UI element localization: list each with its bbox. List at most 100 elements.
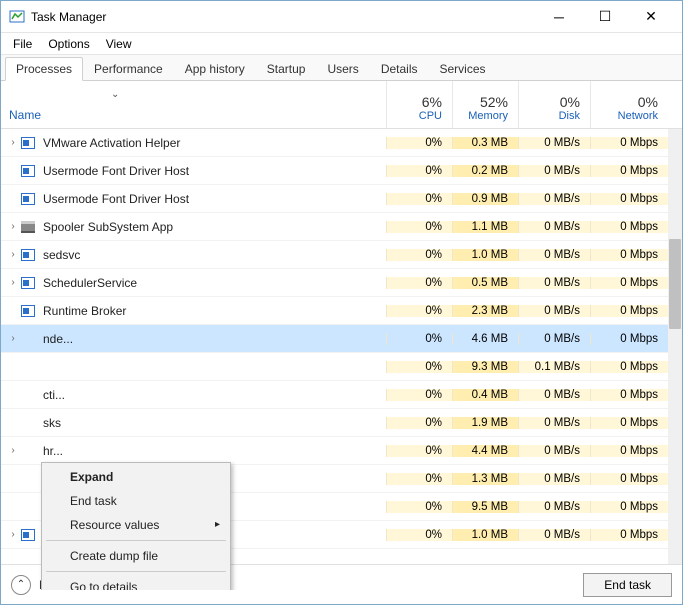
process-row[interactable]: Usermode Font Driver Host0%0.9 MB0 MB/s0… [1, 185, 668, 213]
cell-disk: 0.1 MB/s [518, 361, 590, 373]
process-row[interactable]: ›nde...0%4.6 MB0 MB/s0 Mbps [1, 325, 668, 353]
expand-icon[interactable]: › [1, 277, 19, 288]
expand-icon[interactable]: › [1, 529, 19, 540]
process-name: Usermode Font Driver Host [41, 164, 386, 178]
maximize-button[interactable]: ☐ [582, 1, 628, 32]
process-icon [19, 331, 37, 347]
header-network[interactable]: 0% Network [590, 81, 668, 128]
expand-icon[interactable]: › [1, 249, 19, 260]
header-cpu-pct: 6% [391, 94, 442, 110]
header-cpu-label: CPU [391, 110, 442, 122]
cell-network: 0 Mbps [590, 361, 668, 373]
cm-resource-label: Resource values [70, 518, 159, 532]
tab-app-history[interactable]: App history [174, 57, 256, 80]
cell-network: 0 Mbps [590, 193, 668, 205]
cm-end-task[interactable]: End task [44, 489, 228, 513]
cm-separator [46, 571, 226, 572]
menu-file[interactable]: File [7, 35, 38, 53]
process-row[interactable]: ›Spooler SubSystem App0%1.1 MB0 MB/s0 Mb… [1, 213, 668, 241]
titlebar: Task Manager ─ ☐ ✕ [1, 1, 682, 33]
process-row[interactable]: ›SchedulerService0%0.5 MB0 MB/s0 Mbps [1, 269, 668, 297]
chevron-up-icon: ⌃ [11, 575, 31, 595]
cell-memory: 0.9 MB [452, 193, 518, 205]
cell-disk: 0 MB/s [518, 193, 590, 205]
menu-options[interactable]: Options [42, 35, 95, 53]
header-disk-label: Disk [523, 110, 580, 122]
process-icon [19, 415, 37, 431]
cell-memory: 0.3 MB [452, 137, 518, 149]
process-icon [19, 443, 37, 459]
tab-details[interactable]: Details [370, 57, 429, 80]
cell-network: 0 Mbps [590, 529, 668, 541]
scrollbar[interactable] [668, 129, 682, 590]
minimize-button[interactable]: ─ [536, 1, 582, 32]
process-row[interactable]: cti...0%0.4 MB0 MB/s0 Mbps [1, 381, 668, 409]
cm-resource-values[interactable]: Resource values ▸ [44, 513, 228, 537]
cell-cpu: 0% [386, 445, 452, 457]
menu-view[interactable]: View [100, 35, 138, 53]
process-row[interactable]: ›sedsvc0%1.0 MB0 MB/s0 Mbps [1, 241, 668, 269]
tab-processes[interactable]: Processes [5, 57, 83, 81]
cell-cpu: 0% [386, 165, 452, 177]
header-net-label: Network [595, 110, 658, 122]
process-row[interactable]: ›VMware Activation Helper0%0.3 MB0 MB/s0… [1, 129, 668, 157]
window-controls: ─ ☐ ✕ [536, 1, 674, 32]
cell-network: 0 Mbps [590, 221, 668, 233]
tab-services[interactable]: Services [429, 57, 497, 80]
process-row[interactable]: 0%9.3 MB0.1 MB/s0 Mbps [1, 353, 668, 381]
cell-disk: 0 MB/s [518, 389, 590, 401]
cell-network: 0 Mbps [590, 501, 668, 513]
process-name: cti... [41, 388, 386, 402]
cell-cpu: 0% [386, 221, 452, 233]
cell-disk: 0 MB/s [518, 333, 590, 345]
tab-performance[interactable]: Performance [83, 57, 174, 80]
process-row[interactable]: Runtime Broker0%2.3 MB0 MB/s0 Mbps [1, 297, 668, 325]
cell-cpu: 0% [386, 417, 452, 429]
window-title: Task Manager [31, 10, 536, 24]
cell-memory: 2.3 MB [452, 305, 518, 317]
header-disk[interactable]: 0% Disk [518, 81, 590, 128]
cm-expand[interactable]: Expand [44, 465, 228, 489]
cell-network: 0 Mbps [590, 249, 668, 261]
process-icon [19, 359, 37, 375]
expand-icon[interactable]: › [1, 221, 19, 232]
cell-memory: 4.4 MB [452, 445, 518, 457]
header-memory[interactable]: 52% Memory [452, 81, 518, 128]
cell-disk: 0 MB/s [518, 473, 590, 485]
cm-create-dump[interactable]: Create dump file [44, 544, 228, 568]
expand-icon[interactable]: › [1, 137, 19, 148]
app-icon [9, 9, 25, 25]
cell-network: 0 Mbps [590, 417, 668, 429]
tabbar: Processes Performance App history Startu… [1, 55, 682, 81]
process-name: Runtime Broker [41, 304, 386, 318]
process-icon [19, 163, 37, 179]
sort-caret-icon: ⌄ [111, 89, 119, 100]
cm-go-to-details[interactable]: Go to details [44, 575, 228, 590]
close-button[interactable]: ✕ [628, 1, 674, 32]
process-icon [19, 191, 37, 207]
header-name[interactable]: ⌄ Name [1, 81, 386, 128]
cell-cpu: 0% [386, 193, 452, 205]
cell-disk: 0 MB/s [518, 417, 590, 429]
process-name: hr... [41, 444, 386, 458]
tab-startup[interactable]: Startup [256, 57, 317, 80]
cell-memory: 9.3 MB [452, 361, 518, 373]
process-name: Spooler SubSystem App [41, 220, 386, 234]
cell-disk: 0 MB/s [518, 165, 590, 177]
cell-network: 0 Mbps [590, 277, 668, 289]
scroll-thumb[interactable] [669, 239, 681, 329]
process-name: SchedulerService [41, 276, 386, 290]
cell-memory: 1.0 MB [452, 249, 518, 261]
header-cpu[interactable]: 6% CPU [386, 81, 452, 128]
expand-icon[interactable]: › [1, 445, 19, 456]
cell-network: 0 Mbps [590, 473, 668, 485]
cell-disk: 0 MB/s [518, 529, 590, 541]
process-row[interactable]: ›hr...0%4.4 MB0 MB/s0 Mbps [1, 437, 668, 465]
expand-icon[interactable]: › [1, 333, 19, 344]
process-row[interactable]: Usermode Font Driver Host0%0.2 MB0 MB/s0… [1, 157, 668, 185]
process-icon [19, 135, 37, 151]
process-row[interactable]: sks0%1.9 MB0 MB/s0 Mbps [1, 409, 668, 437]
process-icon [19, 247, 37, 263]
end-task-button[interactable]: End task [583, 573, 672, 597]
tab-users[interactable]: Users [316, 57, 369, 80]
